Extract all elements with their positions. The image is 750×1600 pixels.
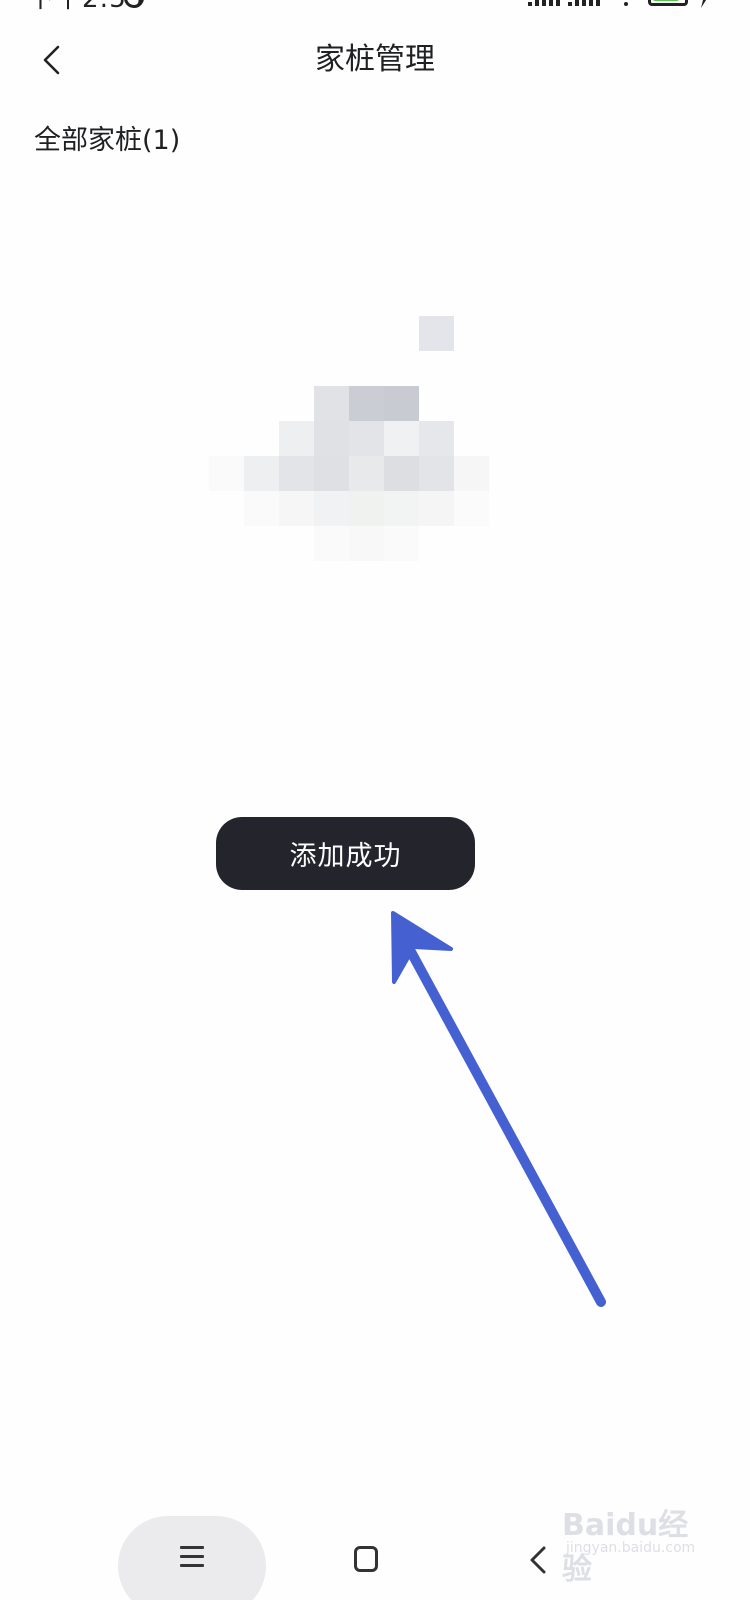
- wifi-icon: [620, 0, 632, 6]
- home-icon[interactable]: [354, 1546, 378, 1572]
- toast-message: 添加成功: [289, 841, 402, 872]
- back-icon[interactable]: [524, 1540, 554, 1580]
- page-title: 家桩管理: [315, 42, 435, 77]
- system-nav-bar: [0, 1500, 750, 1600]
- charging-icon: [698, 0, 707, 8]
- menu-icon: [180, 1546, 204, 1570]
- menu-button[interactable]: [118, 1516, 266, 1600]
- battery-icon: [648, 0, 688, 6]
- screen: 下午2:55 家桩管理 全部家桩(1): [0, 0, 750, 1600]
- section-title: 全部家桩(1): [34, 125, 181, 156]
- app-header: 家桩管理: [0, 28, 750, 92]
- success-toast: 添加成功: [216, 817, 475, 890]
- signal-icon: [568, 0, 602, 6]
- annotation-arrow: [391, 911, 606, 1307]
- status-bar: 下午2:55: [0, 0, 750, 14]
- signal-icon: [528, 0, 562, 6]
